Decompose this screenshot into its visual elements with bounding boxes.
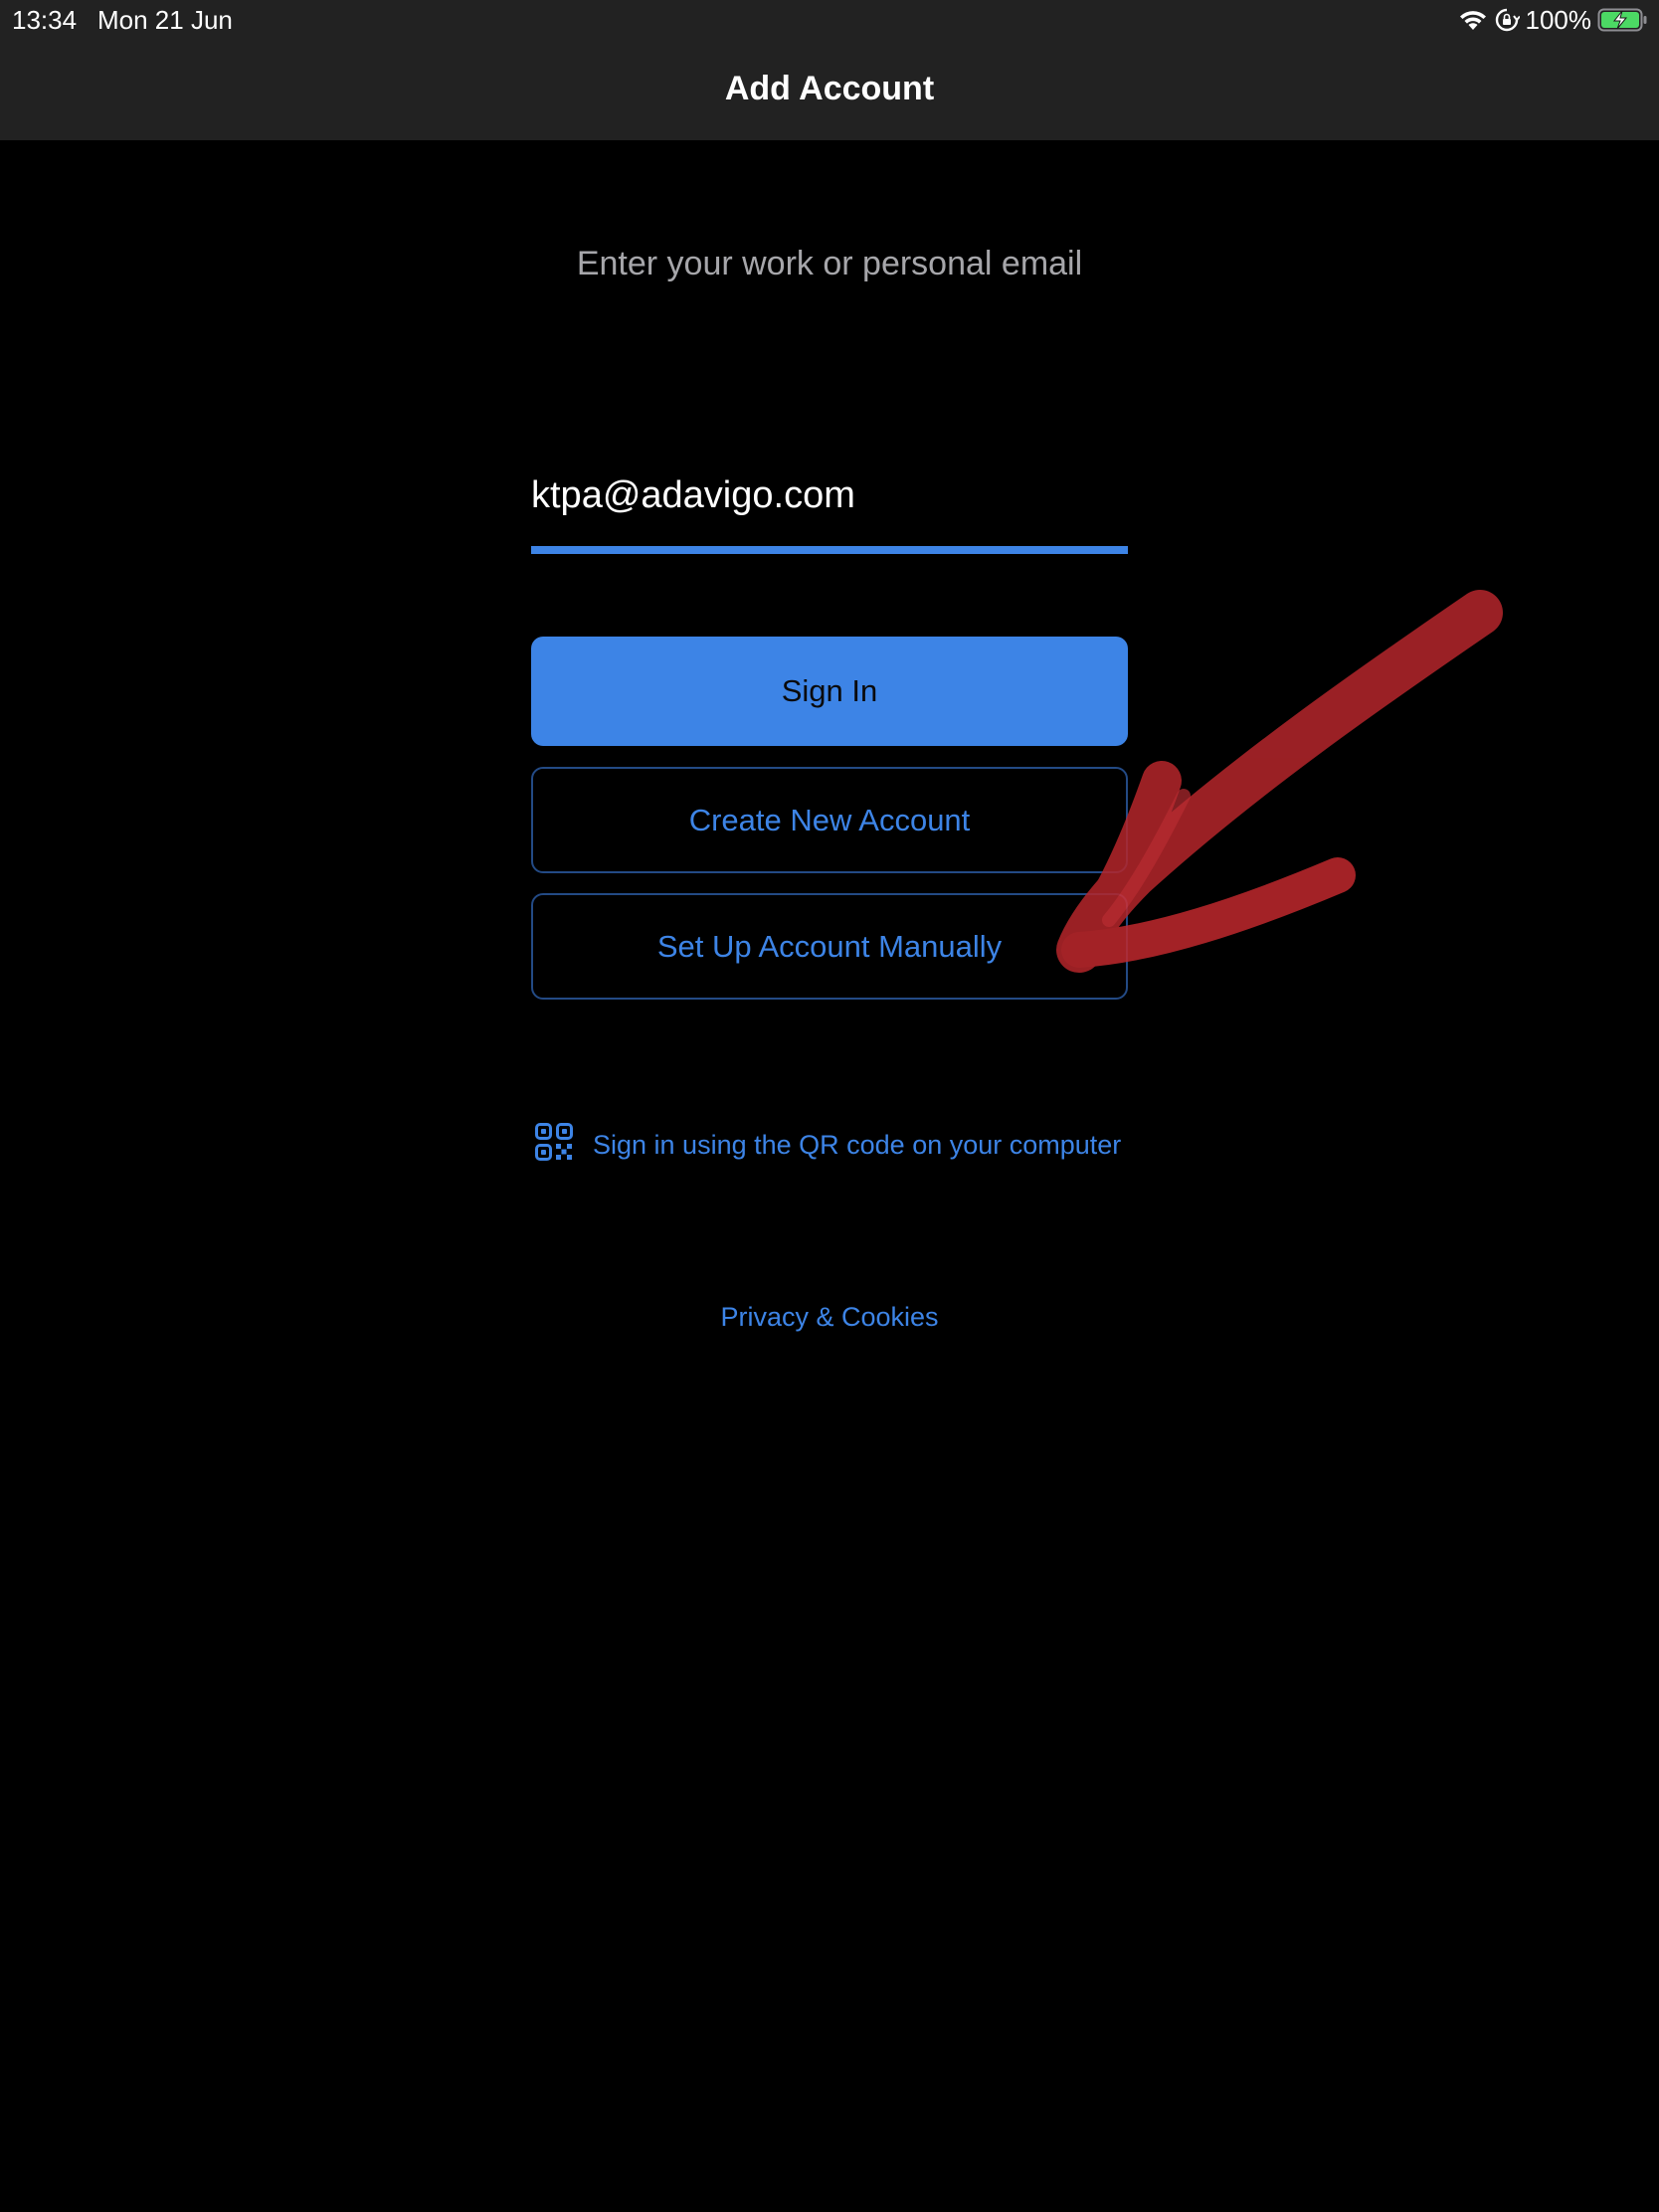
wifi-icon [1458,8,1488,32]
red-arrow-annotation [1056,590,1503,973]
sign-in-button[interactable]: Sign In [531,637,1128,746]
email-field-container [531,465,1128,555]
privacy-cookies-link-row: Privacy & Cookies [0,1299,1659,1335]
battery-percent: 100% [1525,4,1592,35]
page-title: Add Account [724,70,935,107]
privacy-cookies-link[interactable]: Privacy & Cookies [720,1302,938,1332]
status-date: Mon 21 Jun [97,5,233,35]
email-field-underline [531,546,1128,554]
header: 13:34 Mon 21 Jun 100% Add Account [0,0,1659,140]
set-up-account-manually-button[interactable]: Set Up Account Manually [531,893,1128,1000]
battery-charging-icon [1597,7,1649,33]
status-indicators: 100% [1458,4,1650,36]
add-account-screen: 13:34 Mon 21 Jun 100% Add Account Enter … [0,0,1659,2212]
qr-sign-in-label: Sign in using the QR code on your comput… [593,1129,1122,1160]
email-prompt: Enter your work or personal email [576,245,1083,282]
qr-code-icon [535,1122,573,1168]
orientation-lock-icon [1494,7,1520,33]
create-new-account-button[interactable]: Create New Account [531,767,1128,873]
status-time: 13:34 [12,5,78,35]
email-field[interactable] [531,465,1128,525]
qr-sign-in-link[interactable]: Sign in using the QR code on your comput… [535,1122,1121,1168]
